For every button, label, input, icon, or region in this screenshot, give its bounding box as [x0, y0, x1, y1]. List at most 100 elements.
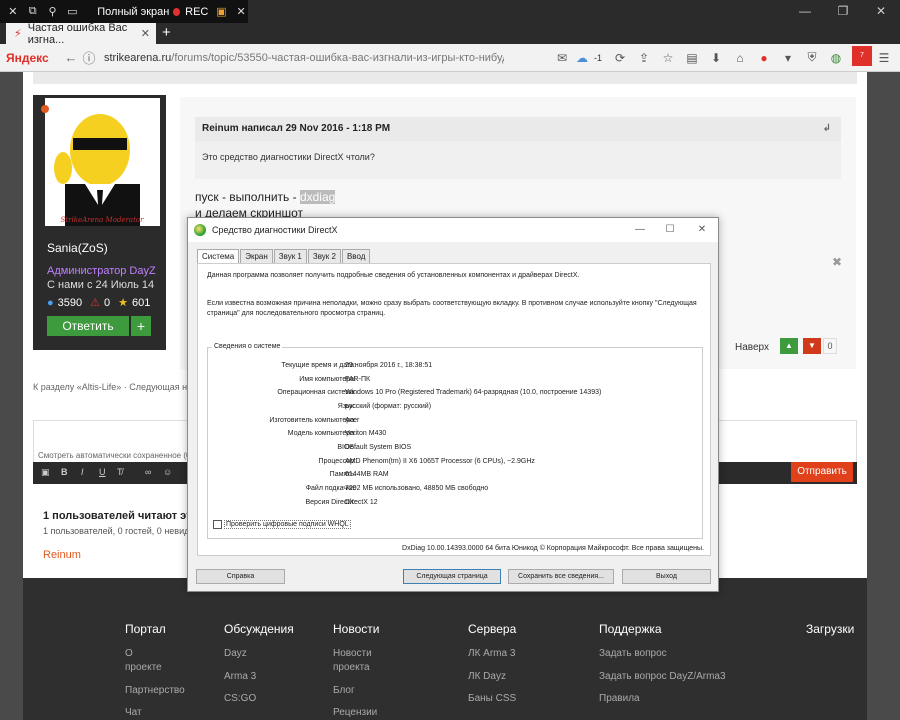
- bold-icon[interactable]: B: [61, 467, 68, 477]
- save-all-info-button[interactable]: Сохранить все сведения...: [508, 569, 614, 584]
- footer-link[interactable]: Новости: [333, 648, 372, 659]
- rec-label[interactable]: REC: [185, 6, 208, 18]
- mail-icon[interactable]: ✉: [552, 48, 572, 68]
- minimize-icon[interactable]: —: [786, 0, 824, 23]
- window-icon[interactable]: ⧉: [26, 4, 40, 20]
- post-line-1-text: пуск - выполнить -: [195, 190, 300, 204]
- reading-list-icon[interactable]: ▤: [682, 48, 702, 68]
- menu-icon[interactable]: ☰: [874, 48, 894, 68]
- link-icon[interactable]: ∞: [145, 467, 151, 477]
- site-footer: [23, 578, 867, 720]
- send-button[interactable]: Отправить: [791, 462, 853, 482]
- underline-icon[interactable]: U: [99, 467, 106, 477]
- footer-link[interactable]: ЛК Dayz: [468, 671, 506, 682]
- footer-link[interactable]: Задать вопрос DayZ/Arma3: [599, 671, 726, 682]
- reply-button[interactable]: Ответить: [47, 316, 129, 336]
- whql-checkbox[interactable]: [213, 520, 222, 529]
- fullscreen-label[interactable]: Полный экран: [97, 6, 173, 18]
- autosave-link[interactable]: Смотреть автоматически сохраненное (0: [38, 451, 190, 460]
- exit-button[interactable]: Выход: [622, 569, 711, 584]
- info-value: 29 ноября 2016 г., 18:38:51: [345, 362, 433, 369]
- footer-link[interactable]: проекте: [125, 662, 162, 673]
- footer-link[interactable]: Правила: [599, 693, 640, 704]
- whql-checkbox-label[interactable]: Проверить цифровые подписи WHQL: [224, 520, 351, 529]
- stop-icon[interactable]: ✕: [234, 4, 248, 20]
- close-icon[interactable]: ✕: [6, 4, 20, 20]
- footer-link[interactable]: ЛК Arma 3: [468, 648, 515, 659]
- new-tab-button[interactable]: +: [162, 23, 182, 44]
- intro-text-1: Данная программа позволяет получить подр…: [207, 272, 580, 279]
- tab-sound-1[interactable]: Звук 1: [273, 249, 307, 263]
- home-icon[interactable]: ⌂: [730, 48, 750, 68]
- footer-link[interactable]: Рецензии: [333, 707, 377, 718]
- navigation-bar: Яндекс ← ⓘ strikearena.ru/forums/topic/5…: [0, 44, 900, 72]
- footer-link[interactable]: Блог: [333, 685, 355, 696]
- avatar[interactable]: StrikeArena Moderator: [45, 98, 160, 226]
- search-icon[interactable]: ⚲: [46, 4, 60, 20]
- source-icon[interactable]: ▣: [41, 467, 50, 478]
- username[interactable]: Sania(ZoS): [47, 241, 108, 255]
- footer-link[interactable]: Партнерство: [125, 685, 185, 696]
- next-page-button[interactable]: Следующая страница: [403, 569, 501, 584]
- whql-checkbox-row[interactable]: Проверить цифровые подписи WHQL: [213, 520, 351, 529]
- smiley-icon[interactable]: ☺: [163, 467, 172, 477]
- shield-icon[interactable]: ⛨: [802, 48, 822, 68]
- adblock-icon[interactable]: ●: [754, 48, 774, 68]
- screen-icon[interactable]: ▭: [65, 4, 79, 20]
- info-key: Текущие время и дата:: [281, 362, 356, 369]
- multiquote-plus-button[interactable]: +: [131, 316, 151, 336]
- tab-input[interactable]: Ввод: [341, 249, 371, 263]
- download-icon[interactable]: ⬇: [706, 48, 726, 68]
- help-button[interactable]: Справка: [196, 569, 285, 584]
- back-to-top-link[interactable]: Наверх: [735, 342, 769, 353]
- cloud-icon[interactable]: ☁ -1: [576, 48, 606, 68]
- vote-up-button[interactable]: ▲: [780, 338, 798, 354]
- footer-link[interactable]: CS:GO: [224, 693, 256, 704]
- yandex-logo[interactable]: Яндекс: [6, 51, 62, 65]
- vote-count: 0: [823, 338, 837, 354]
- info-key: Имя компьютера:: [299, 376, 356, 383]
- footer-link[interactable]: Dayz: [224, 648, 247, 659]
- quote-header-text: Reinum написал 29 Nov 2016 - 1:18 PM: [202, 123, 391, 134]
- author-sidebar: StrikeArena Moderator Sania(ZoS) Админис…: [33, 95, 166, 350]
- record-dot-icon: [173, 7, 181, 16]
- italic-icon[interactable]: I: [81, 467, 84, 477]
- footer-link[interactable]: Баны CSS: [468, 693, 516, 704]
- info-value: 7292 МБ использовано, 48850 МБ свободно: [345, 485, 489, 492]
- footer-link[interactable]: Чат: [125, 707, 142, 718]
- bookmark-star-icon[interactable]: ☆: [658, 48, 678, 68]
- footer-link[interactable]: О: [125, 648, 133, 659]
- restore-icon[interactable]: ❐: [824, 0, 862, 23]
- tab-display[interactable]: Экран: [240, 249, 273, 263]
- footer-link[interactable]: Arma 3: [224, 671, 256, 682]
- back-icon[interactable]: ←: [62, 50, 80, 65]
- browser-tab[interactable]: ⚡ Частая ошибка Вас изгна... ✕: [6, 21, 156, 46]
- dialog-minimize-icon[interactable]: —: [626, 218, 654, 242]
- vote-down-button[interactable]: ▼: [803, 338, 821, 354]
- back-to-section-link[interactable]: К разделу «Altis-Life» · Следующая нео: [33, 382, 197, 392]
- dropdown-icon[interactable]: ▾: [778, 48, 798, 68]
- sync-icon[interactable]: ⟳: [610, 48, 630, 68]
- info-icon[interactable]: ⓘ: [80, 48, 98, 67]
- reader-link[interactable]: Reinum: [43, 549, 81, 561]
- clear-format-icon[interactable]: T̸: [117, 467, 123, 477]
- footer-link[interactable]: проекта: [333, 662, 370, 673]
- tab-sound-2[interactable]: Звук 2: [307, 249, 341, 263]
- quote-header: Reinum написал 29 Nov 2016 - 1:18 PM ↲: [195, 117, 841, 141]
- dialog-close-icon[interactable]: ✕: [688, 218, 716, 242]
- quote-link-icon[interactable]: ↲: [823, 117, 831, 141]
- window-close-icon[interactable]: ✕: [862, 0, 900, 23]
- address-bar[interactable]: strikearena.ru/forums/topic/53550-частая…: [104, 52, 504, 64]
- dialog-maximize-icon[interactable]: ☐: [656, 218, 684, 242]
- tab-close-icon[interactable]: ✕: [141, 27, 150, 40]
- footer-link[interactable]: Задать вопрос: [599, 648, 667, 659]
- camera-icon[interactable]: ▣: [214, 4, 228, 20]
- extension-icon[interactable]: ⬇7: [850, 45, 872, 68]
- dialog-titlebar[interactable]: Средство диагностики DirectX — ☐ ✕: [188, 218, 718, 242]
- share-icon[interactable]: ⇪: [634, 48, 654, 68]
- vpn-icon[interactable]: ◍: [826, 48, 846, 68]
- dismiss-icon[interactable]: ✖: [832, 255, 842, 269]
- user-stats: ● 3590 ⚠ 0 ★ 601: [47, 296, 150, 310]
- tab-system[interactable]: Система: [197, 249, 240, 263]
- tab-title: Частая ошибка Вас изгна...: [27, 21, 128, 46]
